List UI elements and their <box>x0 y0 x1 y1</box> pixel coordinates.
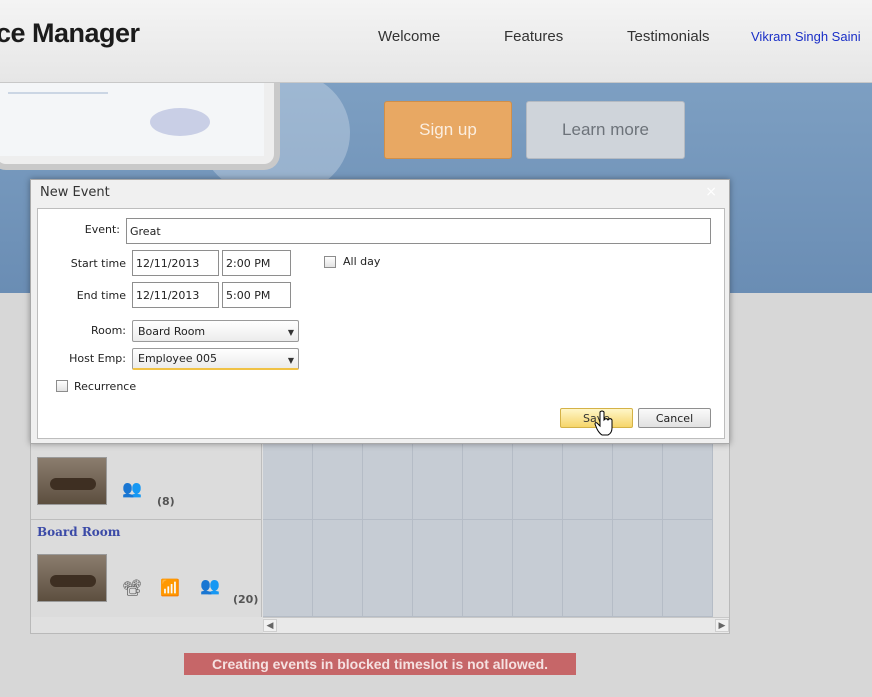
projector-icon: 📽 <box>121 577 143 597</box>
timeslot-cell[interactable] <box>613 441 663 520</box>
room-photo <box>37 554 107 602</box>
recurrence-label: Recurrence <box>74 380 137 393</box>
timeslot-grid <box>263 441 713 617</box>
people-icon: 👥 <box>122 478 142 498</box>
room-selected-value: Board Room <box>138 324 206 338</box>
room-select[interactable]: Board Room ▼ <box>132 320 299 342</box>
nav-features-link[interactable]: Features <box>504 28 563 45</box>
timeslot-cell[interactable] <box>413 520 463 617</box>
timeslot-cell[interactable] <box>263 520 313 617</box>
end-time-input[interactable]: 5:00 PM <box>222 282 291 308</box>
timeslot-cell[interactable] <box>313 520 363 617</box>
timeslot-cell[interactable] <box>363 441 413 520</box>
timeslot-cell[interactable] <box>313 441 363 520</box>
chevron-down-icon: ▼ <box>287 356 294 365</box>
timeslot-cell[interactable] <box>513 441 563 520</box>
timeslot-cell[interactable] <box>613 520 663 617</box>
host-emp-label: Host Emp: <box>69 352 126 365</box>
all-day-checkbox[interactable] <box>324 256 336 268</box>
wifi-display-icon: 📶 <box>160 577 180 597</box>
host-employee-select[interactable]: Employee 005 ▼ <box>132 348 299 370</box>
room-photo <box>37 457 107 505</box>
signup-button[interactable]: Sign up <box>384 101 512 159</box>
people-icon: 👥 <box>200 575 220 595</box>
timeslot-cell[interactable] <box>663 441 713 520</box>
chevron-down-icon: ▼ <box>287 328 294 337</box>
hand-cursor-icon <box>594 410 613 436</box>
timeslot-cell[interactable] <box>463 520 513 617</box>
start-time-label: Start time <box>70 257 126 270</box>
laptop-screenshot-image <box>0 83 280 170</box>
nav-welcome-link[interactable]: Welcome <box>378 28 440 45</box>
room-capacity: (8) <box>157 495 175 508</box>
new-event-dialog: New Event × Event: Great Start time 12/1… <box>30 179 730 444</box>
timeslot-cell[interactable] <box>563 520 613 617</box>
error-message: Creating events in blocked timeslot is n… <box>184 653 576 675</box>
laptop-screen <box>0 83 264 156</box>
timeslot-cell[interactable] <box>363 520 413 617</box>
start-time-input[interactable]: 2:00 PM <box>222 250 291 276</box>
timeslot-cell[interactable] <box>463 441 513 520</box>
timeslot-cell[interactable] <box>263 441 313 520</box>
host-selected-value: Employee 005 <box>138 352 217 365</box>
room-title-link[interactable]: Board Room <box>37 525 121 539</box>
dialog-body: Event: Great Start time 12/11/2013 2:00 … <box>37 208 725 439</box>
timeslot-cell[interactable] <box>413 441 463 520</box>
screen-chart-line <box>8 92 108 94</box>
room-row: Board Room 📽 📶 👥 (20) <box>31 520 262 617</box>
event-label: Event: <box>84 223 120 236</box>
dialog-title: New Event <box>40 185 110 200</box>
top-navigation-bar: ce Manager Welcome Features Testimonials… <box>0 0 872 83</box>
user-account-link[interactable]: Vikram Singh Saini <box>751 29 861 44</box>
room-row: 👥 (8) <box>31 441 262 520</box>
start-date-input[interactable]: 12/11/2013 <box>132 250 219 276</box>
learn-more-button[interactable]: Learn more <box>526 101 685 159</box>
all-day-label: All day <box>343 255 381 268</box>
nav-testimonials-link[interactable]: Testimonials <box>627 28 710 45</box>
timeslot-cell[interactable] <box>513 520 563 617</box>
end-date-input[interactable]: 12/11/2013 <box>132 282 219 308</box>
event-name-input[interactable]: Great <box>126 218 711 244</box>
screen-pie-chart <box>150 108 210 136</box>
brand-logo-text: ce Manager <box>0 18 140 48</box>
recurrence-checkbox[interactable] <box>56 380 68 392</box>
scroll-left-icon[interactable]: ◀ <box>263 619 277 632</box>
room-label: Room: <box>90 324 126 337</box>
horizontal-scrollbar[interactable]: ◀ ▶ <box>263 617 729 633</box>
cancel-button[interactable]: Cancel <box>638 408 711 428</box>
timeslot-cell[interactable] <box>663 520 713 617</box>
timeslot-cell[interactable] <box>563 441 613 520</box>
room-scheduler: 👥 (8) Board Room 📽 📶 👥 (20) ◀ ▶ <box>30 440 730 634</box>
scroll-right-icon[interactable]: ▶ <box>715 619 729 632</box>
close-icon[interactable]: × <box>705 184 717 200</box>
room-capacity: (20) <box>233 593 259 606</box>
end-time-label: End time <box>76 289 126 302</box>
